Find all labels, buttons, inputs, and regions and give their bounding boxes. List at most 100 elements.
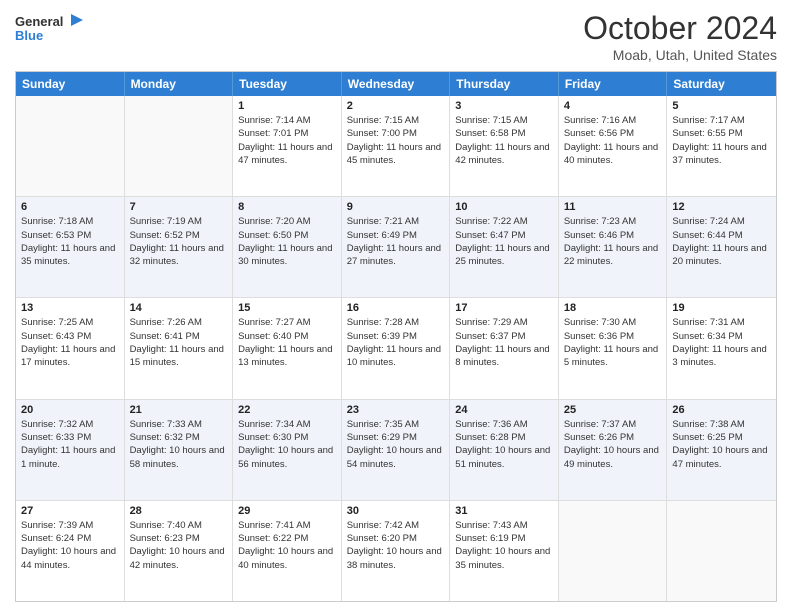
day-number: 1 — [238, 100, 336, 112]
logo-svg: General Blue — [15, 10, 85, 50]
calendar: SundayMondayTuesdayWednesdayThursdayFrid… — [15, 71, 777, 602]
cell-info: Sunrise: 7:23 AM Sunset: 6:46 PM Dayligh… — [564, 215, 662, 268]
day-number: 11 — [564, 201, 662, 213]
month-title: October 2024 — [583, 10, 777, 47]
calendar-body: 1 Sunrise: 7:14 AM Sunset: 7:01 PM Daylig… — [16, 96, 776, 601]
cell-info: Sunrise: 7:16 AM Sunset: 6:56 PM Dayligh… — [564, 114, 662, 167]
cell-info: Sunrise: 7:39 AM Sunset: 6:24 PM Dayligh… — [21, 519, 119, 572]
cal-cell: 26 Sunrise: 7:38 AM Sunset: 6:25 PM Dayli… — [667, 400, 776, 500]
cal-cell — [125, 96, 234, 196]
subtitle: Moab, Utah, United States — [583, 47, 777, 63]
cal-row: 13 Sunrise: 7:25 AM Sunset: 6:43 PM Dayli… — [16, 297, 776, 398]
day-number: 23 — [347, 404, 445, 416]
cell-info: Sunrise: 7:14 AM Sunset: 7:01 PM Dayligh… — [238, 114, 336, 167]
cell-info: Sunrise: 7:27 AM Sunset: 6:40 PM Dayligh… — [238, 316, 336, 369]
svg-text:Blue: Blue — [15, 28, 43, 43]
cal-cell: 6 Sunrise: 7:18 AM Sunset: 6:53 PM Daylig… — [16, 197, 125, 297]
cal-cell: 30 Sunrise: 7:42 AM Sunset: 6:20 PM Dayli… — [342, 501, 451, 601]
cal-header-day: Friday — [559, 72, 668, 96]
day-number: 13 — [21, 302, 119, 314]
cell-info: Sunrise: 7:30 AM Sunset: 6:36 PM Dayligh… — [564, 316, 662, 369]
day-number: 17 — [455, 302, 553, 314]
day-number: 19 — [672, 302, 771, 314]
day-number: 10 — [455, 201, 553, 213]
header: General Blue October 2024 Moab, Utah, Un… — [15, 10, 777, 63]
cal-cell: 27Sunrise: 7:39 AM Sunset: 6:24 PM Dayli… — [16, 501, 125, 601]
day-number: 6 — [21, 201, 119, 213]
cell-info: Sunrise: 7:41 AM Sunset: 6:22 PM Dayligh… — [238, 519, 336, 572]
day-number: 15 — [238, 302, 336, 314]
cell-info: Sunrise: 7:32 AM Sunset: 6:33 PM Dayligh… — [21, 418, 119, 471]
cal-cell: 14 Sunrise: 7:26 AM Sunset: 6:41 PM Dayli… — [125, 298, 234, 398]
cal-cell: 21Sunrise: 7:33 AM Sunset: 6:32 PM Dayli… — [125, 400, 234, 500]
cal-cell: 19 Sunrise: 7:31 AM Sunset: 6:34 PM Dayli… — [667, 298, 776, 398]
day-number: 16 — [347, 302, 445, 314]
cal-cell: 23 Sunrise: 7:35 AM Sunset: 6:29 PM Dayli… — [342, 400, 451, 500]
day-number: 25 — [564, 404, 662, 416]
cell-info: Sunrise: 7:20 AM Sunset: 6:50 PM Dayligh… — [238, 215, 336, 268]
cal-cell: 24Sunrise: 7:36 AM Sunset: 6:28 PM Dayli… — [450, 400, 559, 500]
cal-header-day: Sunday — [16, 72, 125, 96]
cal-cell: 12Sunrise: 7:24 AM Sunset: 6:44 PM Dayli… — [667, 197, 776, 297]
day-number: 21 — [130, 404, 228, 416]
day-number: 30 — [347, 505, 445, 517]
logo: General Blue — [15, 10, 85, 50]
calendar-header: SundayMondayTuesdayWednesdayThursdayFrid… — [16, 72, 776, 96]
page: General Blue October 2024 Moab, Utah, Un… — [0, 0, 792, 612]
day-number: 28 — [130, 505, 228, 517]
cell-info: Sunrise: 7:26 AM Sunset: 6:41 PM Dayligh… — [130, 316, 228, 369]
cal-cell: 4 Sunrise: 7:16 AM Sunset: 6:56 PM Daylig… — [559, 96, 668, 196]
cell-info: Sunrise: 7:17 AM Sunset: 6:55 PM Dayligh… — [672, 114, 771, 167]
cal-cell: 10 Sunrise: 7:22 AM Sunset: 6:47 PM Dayli… — [450, 197, 559, 297]
cell-info: Sunrise: 7:15 AM Sunset: 7:00 PM Dayligh… — [347, 114, 445, 167]
cal-cell: 5 Sunrise: 7:17 AM Sunset: 6:55 PM Daylig… — [667, 96, 776, 196]
cell-info: Sunrise: 7:42 AM Sunset: 6:20 PM Dayligh… — [347, 519, 445, 572]
day-number: 4 — [564, 100, 662, 112]
cal-cell: 1 Sunrise: 7:14 AM Sunset: 7:01 PM Daylig… — [233, 96, 342, 196]
day-number: 29 — [238, 505, 336, 517]
cell-info: Sunrise: 7:15 AM Sunset: 6:58 PM Dayligh… — [455, 114, 553, 167]
day-number: 14 — [130, 302, 228, 314]
cal-cell: 8Sunrise: 7:20 AM Sunset: 6:50 PM Daylig… — [233, 197, 342, 297]
cal-row: 27Sunrise: 7:39 AM Sunset: 6:24 PM Dayli… — [16, 500, 776, 601]
cal-cell — [559, 501, 668, 601]
cell-info: Sunrise: 7:38 AM Sunset: 6:25 PM Dayligh… — [672, 418, 771, 471]
cal-header-day: Thursday — [450, 72, 559, 96]
cal-cell: 15 Sunrise: 7:27 AM Sunset: 6:40 PM Dayli… — [233, 298, 342, 398]
cal-row: 20Sunrise: 7:32 AM Sunset: 6:33 PM Dayli… — [16, 399, 776, 500]
cell-info: Sunrise: 7:19 AM Sunset: 6:52 PM Dayligh… — [130, 215, 228, 268]
cell-info: Sunrise: 7:40 AM Sunset: 6:23 PM Dayligh… — [130, 519, 228, 572]
day-number: 9 — [347, 201, 445, 213]
cal-cell: 22 Sunrise: 7:34 AM Sunset: 6:30 PM Dayli… — [233, 400, 342, 500]
day-number: 3 — [455, 100, 553, 112]
cell-info: Sunrise: 7:43 AM Sunset: 6:19 PM Dayligh… — [455, 519, 553, 572]
cell-info: Sunrise: 7:18 AM Sunset: 6:53 PM Dayligh… — [21, 215, 119, 268]
title-block: October 2024 Moab, Utah, United States — [583, 10, 777, 63]
cal-cell: 18Sunrise: 7:30 AM Sunset: 6:36 PM Dayli… — [559, 298, 668, 398]
cal-cell: 20Sunrise: 7:32 AM Sunset: 6:33 PM Dayli… — [16, 400, 125, 500]
cal-cell: 9Sunrise: 7:21 AM Sunset: 6:49 PM Daylig… — [342, 197, 451, 297]
cal-header-day: Tuesday — [233, 72, 342, 96]
cal-cell: 3 Sunrise: 7:15 AM Sunset: 6:58 PM Daylig… — [450, 96, 559, 196]
day-number: 5 — [672, 100, 771, 112]
cal-cell: 16Sunrise: 7:28 AM Sunset: 6:39 PM Dayli… — [342, 298, 451, 398]
cal-cell: 28 Sunrise: 7:40 AM Sunset: 6:23 PM Dayli… — [125, 501, 234, 601]
cell-info: Sunrise: 7:25 AM Sunset: 6:43 PM Dayligh… — [21, 316, 119, 369]
day-number: 26 — [672, 404, 771, 416]
svg-text:General: General — [15, 14, 63, 29]
cal-cell: 13 Sunrise: 7:25 AM Sunset: 6:43 PM Dayli… — [16, 298, 125, 398]
cell-info: Sunrise: 7:22 AM Sunset: 6:47 PM Dayligh… — [455, 215, 553, 268]
cal-cell: 7 Sunrise: 7:19 AM Sunset: 6:52 PM Daylig… — [125, 197, 234, 297]
day-number: 7 — [130, 201, 228, 213]
cal-row: 6 Sunrise: 7:18 AM Sunset: 6:53 PM Daylig… — [16, 196, 776, 297]
cal-cell: 2 Sunrise: 7:15 AM Sunset: 7:00 PM Daylig… — [342, 96, 451, 196]
cell-info: Sunrise: 7:35 AM Sunset: 6:29 PM Dayligh… — [347, 418, 445, 471]
cal-cell: 25 Sunrise: 7:37 AM Sunset: 6:26 PM Dayli… — [559, 400, 668, 500]
cal-cell: 29 Sunrise: 7:41 AM Sunset: 6:22 PM Dayli… — [233, 501, 342, 601]
cell-info: Sunrise: 7:31 AM Sunset: 6:34 PM Dayligh… — [672, 316, 771, 369]
day-number: 31 — [455, 505, 553, 517]
cell-info: Sunrise: 7:34 AM Sunset: 6:30 PM Dayligh… — [238, 418, 336, 471]
day-number: 22 — [238, 404, 336, 416]
cell-info: Sunrise: 7:37 AM Sunset: 6:26 PM Dayligh… — [564, 418, 662, 471]
day-number: 2 — [347, 100, 445, 112]
